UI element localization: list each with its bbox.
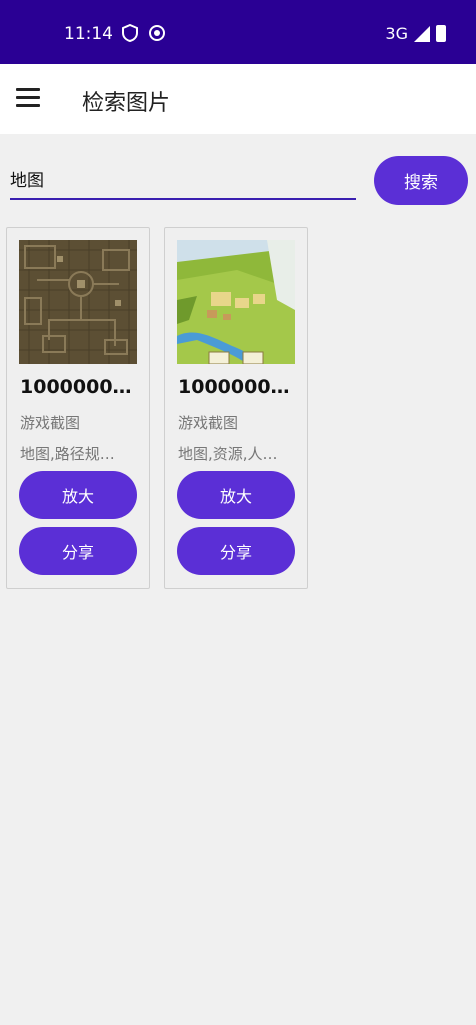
search-input[interactable] xyxy=(10,160,356,196)
result-thumbnail[interactable] xyxy=(177,240,295,364)
page-title: 检索图片 xyxy=(82,91,171,116)
search-field xyxy=(10,160,356,200)
result-title: 1000000… xyxy=(178,376,290,398)
result-tags: 地图,资源,人… xyxy=(178,445,278,463)
signal-icon xyxy=(414,25,430,42)
app-notification-icon xyxy=(148,24,166,46)
app-bar: 检索图片 xyxy=(0,64,476,134)
result-type: 游戏截图 xyxy=(20,414,81,432)
status-right: 3G xyxy=(385,24,446,43)
vpn-shield-icon xyxy=(122,23,138,46)
share-button[interactable]: 分享 xyxy=(19,527,137,575)
network-type: 3G xyxy=(385,24,408,43)
status-bar: 11:14 3G xyxy=(0,0,476,64)
zoom-button[interactable]: 放大 xyxy=(19,471,137,519)
result-title: 1000000… xyxy=(20,376,132,398)
search-button[interactable]: 搜索 xyxy=(374,156,468,205)
result-card: 1000000… 游戏截图 地图,路径规… 放大 分享 xyxy=(6,227,150,589)
status-time: 11:14 xyxy=(64,24,113,44)
battery-icon xyxy=(436,25,446,42)
share-button[interactable]: 分享 xyxy=(177,527,295,575)
result-tags: 地图,路径规… xyxy=(20,445,115,463)
result-card: 1000000… 游戏截图 地图,资源,人… 放大 分享 xyxy=(164,227,308,589)
result-type: 游戏截图 xyxy=(178,414,239,432)
menu-icon[interactable] xyxy=(16,88,40,108)
zoom-button[interactable]: 放大 xyxy=(177,471,295,519)
result-thumbnail[interactable] xyxy=(19,240,137,364)
